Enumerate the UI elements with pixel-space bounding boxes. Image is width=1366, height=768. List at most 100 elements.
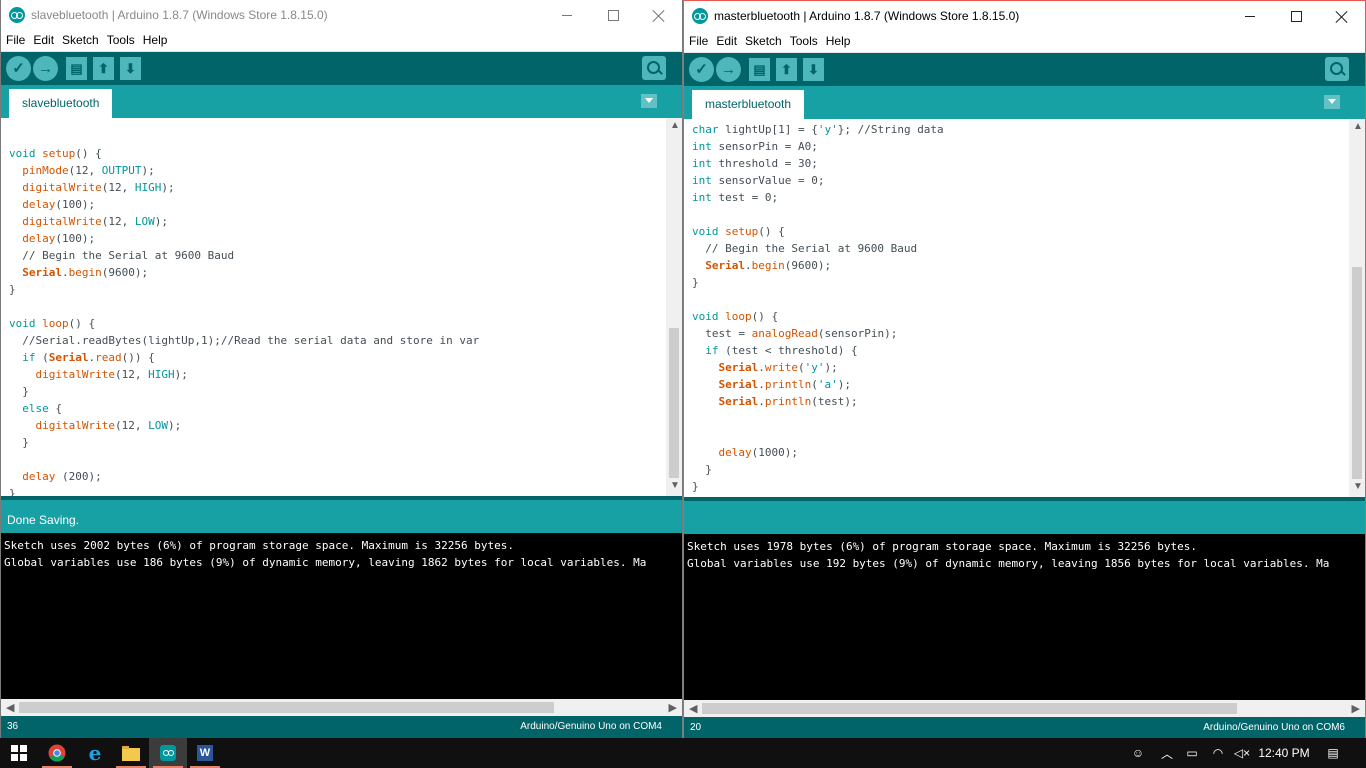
chevron-up-icon[interactable]: ︿ [1156, 738, 1178, 768]
code-line: int sensorPin = A0; [692, 140, 818, 153]
windows-logo-icon [11, 745, 27, 761]
code-line: digitalWrite(12, LOW); [35, 419, 182, 432]
scroll-left-icon[interactable]: ◀ [689, 702, 697, 715]
menu-help[interactable]: Help [138, 31, 171, 47]
scroll-right-icon[interactable]: ▶ [669, 701, 677, 714]
arrow-up-icon: ⬆ [781, 62, 792, 77]
wifi-icon[interactable]: ◠ [1206, 738, 1230, 768]
upload-button[interactable]: → [33, 56, 58, 81]
tab-bar: slavebluetooth [1, 85, 682, 118]
code-line: } [9, 385, 29, 398]
code-line: digitalWrite(12, HIGH); [22, 181, 175, 194]
minimize-button[interactable] [544, 0, 590, 31]
battery-icon[interactable]: ▭ [1180, 738, 1204, 768]
serial-monitor-button[interactable] [1325, 57, 1349, 81]
arrow-down-icon: ⬇ [808, 62, 819, 77]
action-center-icon[interactable]: ▤ [1320, 738, 1346, 768]
new-button[interactable]: ▤ [749, 58, 770, 81]
menu-file[interactable]: File [684, 32, 711, 48]
scroll-down-icon[interactable]: ▼ [1353, 482, 1363, 492]
code-line: char lightUp[1] = {'y'}; //String data [692, 123, 944, 136]
console-output[interactable]: Sketch uses 1978 bytes (6%) of program s… [684, 534, 1365, 700]
code-line: void loop() { [692, 310, 779, 323]
scroll-thumb[interactable] [702, 703, 1237, 714]
tab-menu-dropdown-icon[interactable] [641, 94, 657, 108]
footer-bar: 36 Arduino/Genuino Uno on COM4 [1, 716, 682, 738]
scroll-up-icon[interactable]: ▲ [1353, 122, 1363, 132]
upload-button[interactable]: → [716, 57, 741, 82]
horizontal-scrollbar[interactable]: ◀ ▶ [1, 699, 682, 716]
code-editor[interactable]: char lightUp[1] = {'y'}; //String data in… [684, 119, 1365, 497]
menu-sketch[interactable]: Sketch [740, 32, 785, 48]
open-button[interactable]: ⬆ [776, 58, 797, 81]
horizontal-scrollbar[interactable]: ◀ ▶ [684, 700, 1365, 717]
code-line: Serial.println(test); [718, 395, 858, 408]
code-line: void setup() { [9, 147, 102, 160]
menu-edit[interactable]: Edit [711, 32, 740, 48]
title-bar[interactable]: masterbluetooth | Arduino 1.8.7 (Windows… [684, 1, 1365, 32]
taskbar-arduino[interactable] [149, 738, 187, 768]
status-message: Done Saving. [7, 513, 80, 527]
save-button[interactable]: ⬇ [120, 57, 141, 80]
tab-menu-dropdown-icon[interactable] [1324, 95, 1340, 109]
scroll-thumb[interactable] [1352, 267, 1362, 479]
maximize-button[interactable] [1273, 1, 1319, 32]
code-line: } [9, 487, 16, 496]
code-area[interactable]: char lightUp[1] = {'y'}; //String data in… [684, 119, 1349, 497]
serial-monitor-button[interactable] [642, 56, 666, 80]
clock[interactable]: 12:40 PM [1254, 738, 1314, 768]
scroll-left-icon[interactable]: ◀ [6, 701, 14, 714]
scroll-thumb[interactable] [19, 702, 554, 713]
menu-help[interactable]: Help [821, 32, 854, 48]
console-output[interactable]: Sketch uses 2002 bytes (6%) of program s… [1, 533, 682, 699]
menu-edit[interactable]: Edit [28, 31, 57, 47]
status-bar [684, 497, 1365, 534]
taskbar-word[interactable]: W [186, 738, 224, 768]
save-button[interactable]: ⬇ [803, 58, 824, 81]
people-icon[interactable]: ☺ [1126, 738, 1150, 768]
menu-sketch[interactable]: Sketch [57, 31, 102, 47]
maximize-button[interactable] [590, 0, 636, 31]
title-bar[interactable]: slavebluetooth | Arduino 1.8.7 (Windows … [1, 0, 682, 31]
close-button[interactable] [1319, 1, 1365, 32]
taskbar-chrome[interactable] [38, 738, 76, 768]
code-editor[interactable]: void setup() { pinMode(12, OUTPUT); digi… [1, 118, 682, 496]
code-area[interactable]: void setup() { pinMode(12, OUTPUT); digi… [1, 118, 666, 496]
code-line: if (test < threshold) { [705, 344, 858, 357]
minimize-button[interactable] [1227, 1, 1273, 32]
window-title: slavebluetooth | Arduino 1.8.7 (Windows … [31, 8, 328, 22]
new-file-icon: ▤ [70, 61, 83, 76]
menu-file[interactable]: File [1, 31, 28, 47]
menu-tools[interactable]: Tools [785, 32, 821, 48]
new-button[interactable]: ▤ [66, 57, 87, 80]
code-line: Serial.println('a'); [718, 378, 851, 391]
footer-bar: 20 Arduino/Genuino Uno on COM6 [684, 717, 1365, 738]
arrow-down-icon: ⬇ [125, 61, 136, 76]
tab-masterbluetooth[interactable]: masterbluetooth [692, 90, 805, 119]
verify-button[interactable]: ✓ [6, 56, 31, 81]
chrome-icon [48, 744, 66, 762]
word-icon: W [197, 745, 213, 761]
open-button[interactable]: ⬆ [93, 57, 114, 80]
menu-tools[interactable]: Tools [102, 31, 138, 47]
scroll-down-icon[interactable]: ▼ [670, 481, 680, 491]
taskbar-internet-explorer[interactable]: e [76, 738, 114, 768]
scroll-up-icon[interactable]: ▲ [670, 121, 680, 131]
taskbar-file-explorer[interactable] [112, 738, 150, 768]
code-line: Serial.begin(9600); [22, 266, 149, 279]
close-button[interactable] [636, 0, 682, 31]
code-line: } [692, 463, 712, 476]
speaker-muted-icon[interactable]: ◁× [1230, 738, 1254, 768]
scroll-right-icon[interactable]: ▶ [1352, 702, 1360, 715]
scroll-thumb[interactable] [669, 328, 679, 478]
tab-slavebluetooth[interactable]: slavebluetooth [9, 89, 113, 118]
vertical-scrollbar[interactable]: ▲ ▼ [666, 118, 682, 496]
start-button[interactable] [0, 738, 38, 768]
code-line: Serial.write('y'); [718, 361, 838, 374]
verify-button[interactable]: ✓ [689, 57, 714, 82]
vertical-scrollbar[interactable]: ▲ ▼ [1349, 119, 1365, 497]
